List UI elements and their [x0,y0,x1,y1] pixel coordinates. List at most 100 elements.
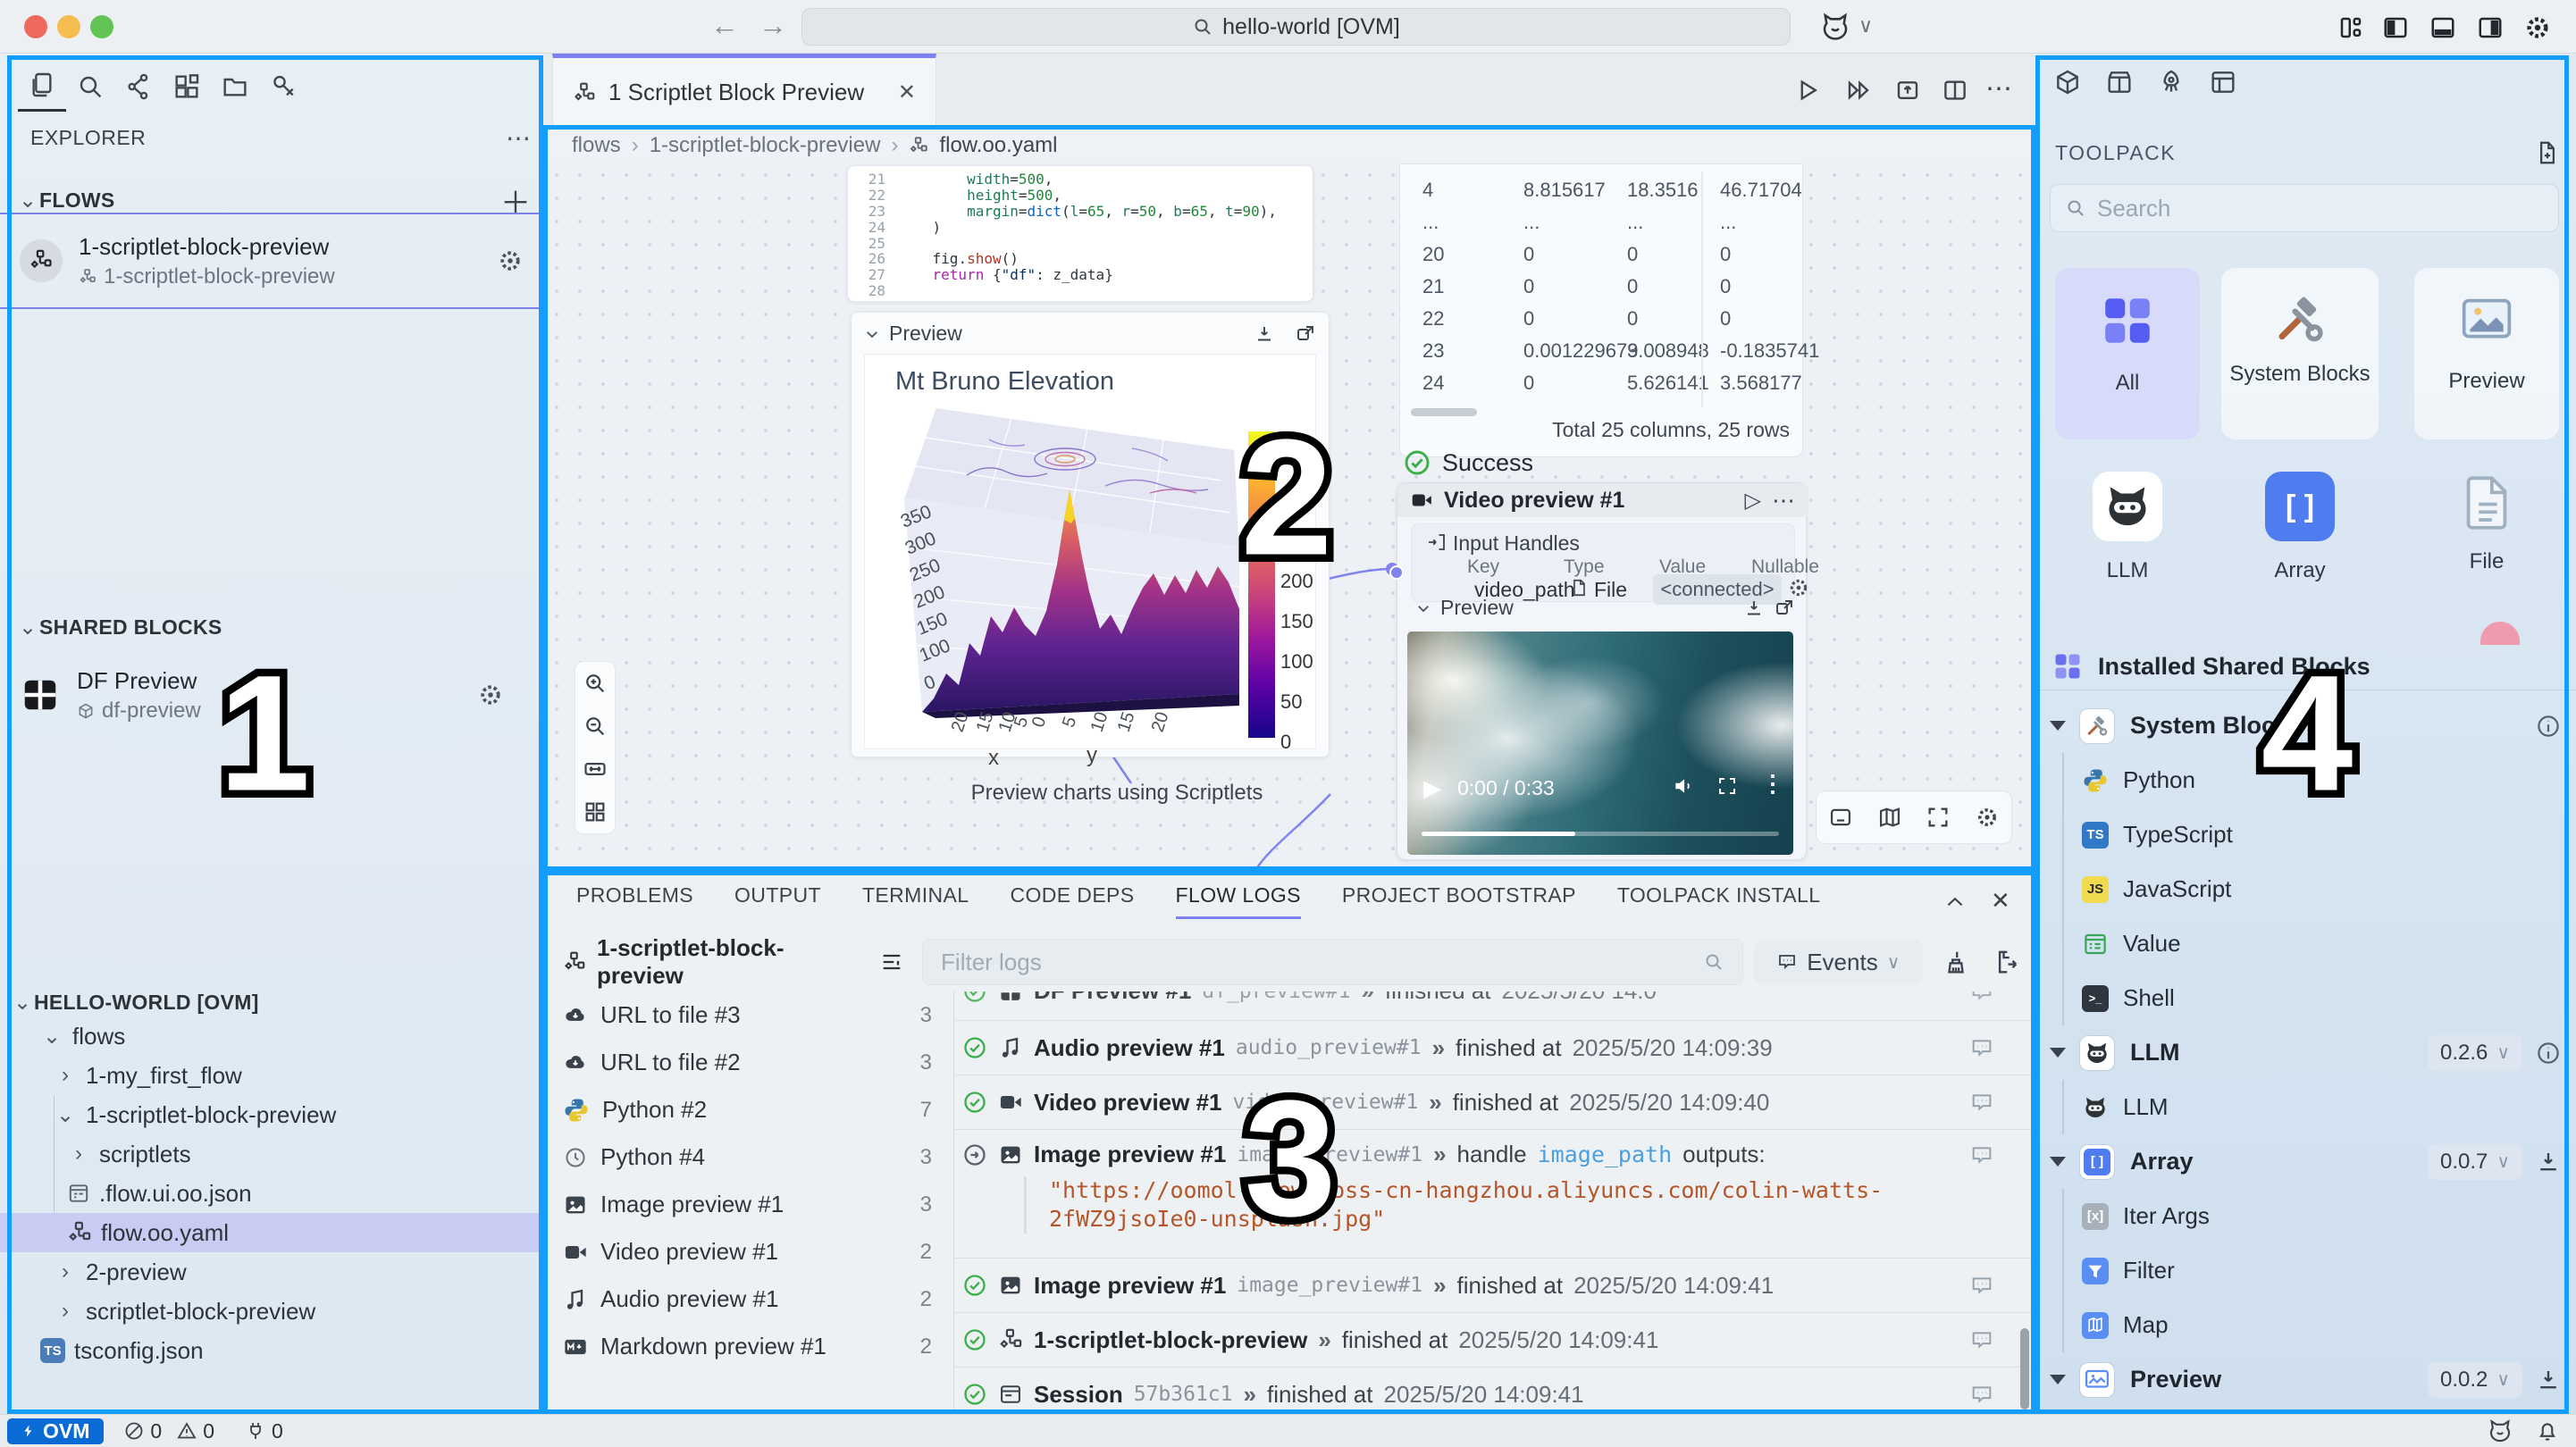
version-pill[interactable]: 0.2.6∨ [2428,1035,2522,1071]
split-editor-icon[interactable] [1942,77,1968,104]
tile-system-blocks[interactable]: System Blocks [2221,268,2379,439]
shared-block-python[interactable]: Python [2035,753,2576,807]
zoom-in-icon[interactable] [583,671,608,696]
caret-down-icon[interactable] [2050,721,2066,731]
errors-indicator[interactable]: 0 [123,1419,162,1443]
info-icon[interactable] [2535,713,2562,740]
open-external-icon[interactable] [1295,323,1316,345]
export-icon[interactable] [1894,77,1921,104]
more-icon[interactable]: ⋯ [506,123,531,153]
gear-icon[interactable] [497,247,524,274]
log-entry[interactable]: Image preview #1image_preview#1»finished… [953,1258,2035,1312]
log-block-item[interactable]: URL to file #23 [545,1039,953,1086]
warnings-indicator[interactable]: 0 [176,1419,214,1443]
log-comment-icon[interactable] [1969,1382,1994,1407]
filter-list-icon[interactable] [879,949,904,974]
tree-item--flow-ui-oo-json[interactable]: .flow.ui.oo.json [0,1174,545,1213]
shared-block-javascript[interactable]: JSJavaScript [2035,862,2576,916]
code-line[interactable]: 24 ) [848,220,1313,236]
code-line[interactable]: 27 return {"df": z_data} [848,267,1313,283]
log-entry[interactable]: Image preview #1image_preview#1»handleim… [953,1129,2035,1258]
fullscreen-icon[interactable] [1716,775,1738,797]
blocks-icon[interactable] [163,63,211,111]
shared-blocks-header[interactable]: ⌄ SHARED BLOCKS [16,615,531,640]
tile-preview[interactable]: Preview [2414,268,2559,439]
minimize-window-button[interactable] [57,15,80,38]
bottom-tab-project-bootstrap[interactable]: PROJECT BOOTSTRAP [1342,883,1576,919]
tree-item-tsconfig-json[interactable]: TStsconfig.json [0,1331,545,1370]
shared-block-filter[interactable]: Filter [2035,1243,2576,1298]
shared-section-array[interactable]: [ ]Array0.0.7∨ [2035,1134,2576,1189]
tree-item-flows[interactable]: ⌄flows [0,1016,545,1056]
download-icon[interactable] [2535,1367,2562,1393]
bottom-tab-flow-logs[interactable]: FLOW LOGS [1176,883,1301,919]
log-comment-icon[interactable] [1969,991,1994,1004]
shared-block-value[interactable]: Value [2035,916,2576,971]
run-fast-icon[interactable] [1845,77,1872,104]
shared-block-llm[interactable]: LLM [2035,1080,2576,1134]
log-comment-icon[interactable] [1969,1327,1994,1352]
layout-grid-icon[interactable] [2337,14,2364,41]
chevron-down-icon[interactable] [1415,600,1431,616]
close-panel-icon[interactable]: ✕ [1991,887,2010,915]
log-block-item[interactable]: Python #27 [545,1086,953,1133]
tree-item-flow-oo-yaml[interactable]: flow.oo.yaml [0,1213,545,1252]
panel-left-icon[interactable] [2382,14,2409,41]
new-file-icon[interactable] [2534,139,2561,166]
panel-bottom-icon[interactable] [2429,14,2456,41]
log-block-item[interactable]: Markdown preview #12 [545,1323,953,1370]
bottom-tab-terminal[interactable]: TERMINAL [862,883,969,919]
flow-branch-icon[interactable] [114,63,163,111]
table-scrollbar[interactable] [1411,408,1477,416]
shared-section-preview[interactable]: Preview0.0.2∨ [2035,1352,2576,1407]
tree-item-1-my-first-flow[interactable]: ›1-my_first_flow [0,1056,545,1095]
scriptlet-code-node[interactable]: 21 width=500,22 height=500,23 margin=dic… [847,165,1313,302]
package-tab-icon[interactable] [2105,68,2134,96]
tile-file[interactable]: File [2414,456,2559,607]
shared-block-map[interactable]: Map [2035,1298,2576,1352]
chart-preview-node[interactable]: Preview Mt Bruno Elevation [851,312,1330,757]
input-port-dot[interactable] [1389,565,1404,580]
clear-logs-icon[interactable] [1942,949,1969,975]
minimap-icon[interactable] [1877,805,1902,830]
log-comment-icon[interactable] [1969,1273,1994,1298]
zoom-out-icon[interactable] [583,714,608,739]
log-comment-icon[interactable] [1969,1142,1994,1167]
log-block-item[interactable]: Python #43 [545,1133,953,1181]
version-pill[interactable]: 0.0.7∨ [2428,1144,2522,1180]
caret-down-icon[interactable] [2050,1048,2066,1058]
panel-right-icon[interactable] [2477,14,2504,41]
logs-scrollbar[interactable] [2020,1328,2029,1409]
filter-logs-input[interactable]: Filter logs [922,939,1743,985]
tree-item-2-preview[interactable]: ›2-preview [0,1252,545,1292]
export-logs-icon[interactable] [1993,949,2019,975]
tree-item-scriptlet-block-preview[interactable]: ›scriptlet-block-preview [0,1292,545,1331]
forward-icon[interactable]: → [759,9,787,42]
log-entry[interactable]: Audio preview #1audio_preview#1»finished… [953,1020,2035,1075]
kebab-menu-icon[interactable]: ⋮ [1761,770,1784,798]
code-line[interactable]: 22 height=500, [848,188,1313,204]
volume-icon[interactable] [1672,774,1695,798]
events-dropdown[interactable]: Events ∨ [1754,941,1923,983]
run-icon[interactable] [1794,77,1821,104]
more-actions-icon[interactable]: ⋯ [1985,73,2012,105]
grid-layout-icon[interactable] [583,799,608,824]
code-line[interactable]: 23 margin=dict(l=65, r=50, b=65, t=90), [848,204,1313,220]
log-entry[interactable]: DF Preview #1df_preview#1»finished at202… [953,991,2035,1020]
caret-down-icon[interactable] [2050,1157,2066,1167]
video-progress-track[interactable] [1422,832,1779,836]
templates-tab-icon[interactable] [2209,68,2237,96]
fit-view-icon[interactable] [1926,805,1951,830]
close-window-button[interactable] [24,15,47,38]
node-more-icon[interactable]: ⋯ [1772,487,1795,514]
gear-icon[interactable] [1975,805,2000,830]
back-icon[interactable]: ← [710,9,739,42]
bottom-tab-code-deps[interactable]: CODE DEPS [1010,883,1134,919]
code-line[interactable]: 26 fig.show() [848,251,1313,267]
ports-indicator[interactable]: 0 [245,1419,283,1443]
close-tab-icon[interactable]: ✕ [898,79,916,105]
log-block-item[interactable]: Audio preview #12 [545,1276,953,1323]
key-icon[interactable] [259,63,307,111]
tile-array[interactable]: [ ] Array [2221,456,2379,607]
version-pill[interactable]: 0.0.2∨ [2428,1362,2522,1398]
